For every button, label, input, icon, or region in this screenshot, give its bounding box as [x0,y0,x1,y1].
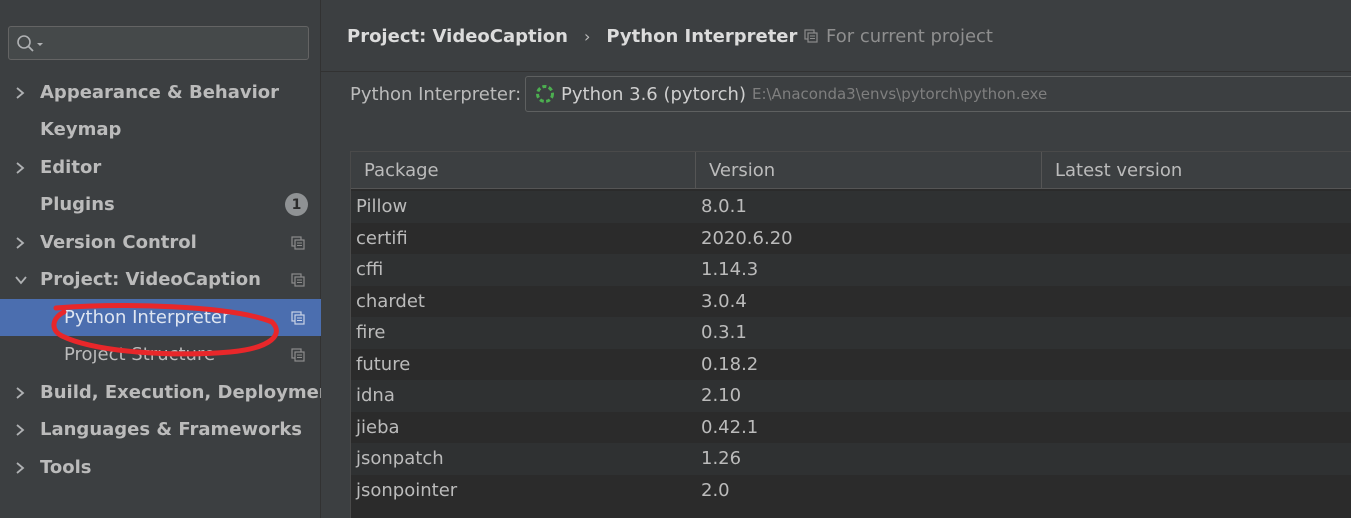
project-scope-icon [291,347,305,366]
table-row[interactable]: cffi 1.14.3 [351,254,1351,286]
sidebar-item-appearance-behavior[interactable]: Appearance & Behavior [0,74,321,111]
settings-content-panel: Project: VideoCaption › Python Interpret… [321,0,1351,518]
sidebar-item-label: Python Interpreter [64,307,230,328]
project-scope-icon [291,235,305,254]
project-scope-icon [291,310,305,329]
project-scope-icon [291,272,305,291]
settings-sidebar: Appearance & Behavior Keymap Editor Plug… [0,0,340,518]
sidebar-item-tools[interactable]: Tools [0,449,321,486]
column-header-package[interactable]: Package [351,152,696,189]
interpreter-name: Python 3.6 (pytorch) [561,83,746,105]
chevron-down-icon[interactable] [14,261,28,298]
table-row[interactable]: jieba 0.42.1 [351,411,1351,443]
table-row[interactable]: fire 0.3.1 [351,317,1351,349]
sidebar-item-version-control[interactable]: Version Control [0,224,321,261]
search-icon [17,35,43,52]
header-divider [321,71,1351,72]
package-name: idna [356,385,395,407]
package-version: 0.3.1 [701,322,747,344]
scope-note: For current project [804,22,993,50]
package-version: 1.26 [701,448,742,470]
column-header-latest-version[interactable]: Latest version [1042,152,1351,189]
chevron-right-icon[interactable] [14,149,26,186]
sidebar-item-languages-frameworks[interactable]: Languages & Frameworks [0,411,321,448]
package-name: cffi [356,259,384,281]
table-row[interactable]: certifi 2020.6.20 [351,222,1351,254]
sidebar-item-project[interactable]: Project: VideoCaption [0,261,321,298]
breadcrumb: Project: VideoCaption › Python Interpret… [347,22,797,50]
package-name: jsonpatch [356,448,444,470]
table-row[interactable]: Pillow 8.0.1 [351,191,1351,223]
interpreter-select[interactable]: Python 3.6 (pytorch) E:\Anaconda3\envs\p… [525,76,1351,112]
sidebar-item-keymap[interactable]: Keymap [0,111,321,148]
sidebar-item-label: Languages & Frameworks [40,419,303,440]
search-input[interactable] [49,32,299,54]
package-version: 3.0.4 [701,290,747,312]
package-name: future [356,353,411,375]
package-version: 2.0 [701,479,730,501]
packages-table[interactable]: Package Version Latest version Pillow 8.… [350,151,1351,518]
sidebar-item-label: Plugins [40,194,115,215]
column-header-version[interactable]: Version [696,152,1042,189]
sidebar-item-label: Project: VideoCaption [40,269,261,290]
chevron-right-icon[interactable] [14,374,26,411]
package-name: Pillow [356,196,408,218]
package-version: 8.0.1 [701,196,747,218]
chevron-right-icon[interactable] [14,449,26,486]
scope-note-text: For current project [826,25,993,47]
python-loading-icon [536,85,554,103]
breadcrumb-project[interactable]: Project: VideoCaption [347,26,568,47]
package-name: fire [356,322,386,344]
package-name: chardet [356,290,425,312]
breadcrumb-separator-icon: › [584,26,591,46]
chevron-right-icon[interactable] [14,224,26,261]
package-version: 0.18.2 [701,353,759,375]
table-row[interactable]: future 0.18.2 [351,348,1351,380]
table-row[interactable]: chardet 3.0.4 [351,285,1351,317]
sidebar-item-label: Project Structure [64,344,216,365]
table-header: Package Version Latest version [351,152,1351,189]
interpreter-label: Python Interpreter: [350,83,522,105]
sidebar-item-label: Version Control [40,232,197,253]
package-version: 0.42.1 [701,416,759,438]
sidebar-item-editor[interactable]: Editor [0,149,321,186]
sidebar-item-plugins[interactable]: Plugins 1 [0,186,321,223]
sidebar-item-python-interpreter[interactable]: Python Interpreter [0,299,321,336]
sidebar-item-label: Appearance & Behavior [40,82,280,103]
sidebar-item-label: Keymap [40,119,122,140]
package-version: 1.14.3 [701,259,759,281]
package-version: 2020.6.20 [701,227,793,249]
interpreter-path: E:\Anaconda3\envs\pytorch\python.exe [751,85,1048,103]
sidebar-item-label: Build, Execution, Deployment [40,382,341,403]
sidebar-item-label: Editor [40,157,102,178]
table-row[interactable]: idna 2.10 [351,380,1351,412]
package-name: jieba [356,416,400,438]
package-version: 2.10 [701,385,742,407]
project-scope-icon [804,29,818,43]
chevron-right-icon[interactable] [14,74,26,111]
settings-search-field[interactable] [8,26,309,60]
updates-count-badge: 1 [285,193,308,216]
table-row[interactable]: jsonpatch 1.26 [351,443,1351,475]
package-name: certifi [356,227,408,249]
sidebar-item-build-execution-deployment[interactable]: Build, Execution, Deployment [0,374,340,411]
package-name: jsonpointer [356,479,458,501]
table-row[interactable]: jsonpointer 2.0 [351,474,1351,506]
sidebar-item-label: Tools [40,457,92,478]
breadcrumb-python-interpreter: Python Interpreter [606,25,798,47]
sidebar-item-project-structure[interactable]: Project Structure [0,336,321,373]
table-body: Pillow 8.0.1 certifi 2020.6.20 cffi 1.14… [351,191,1351,506]
chevron-right-icon[interactable] [14,411,26,448]
